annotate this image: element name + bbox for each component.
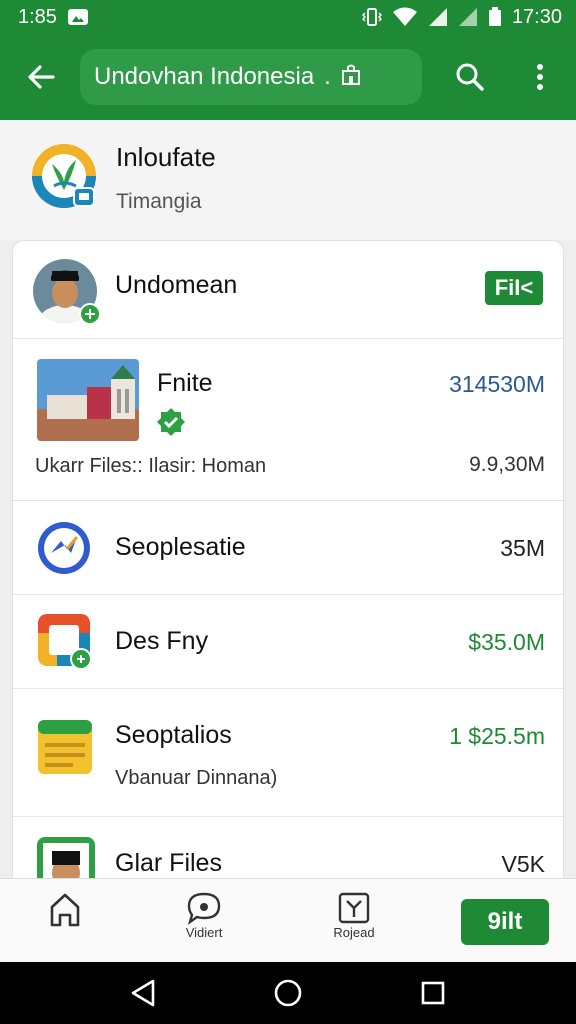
bottom-navigation: Vidiert Rojead 9ilt (0, 878, 576, 962)
row-value: 35M (500, 535, 545, 561)
store-icon (341, 63, 361, 92)
app-logo (30, 142, 98, 210)
vibrate-icon (361, 6, 382, 28)
search-field[interactable]: Undovhan Indonesia . (80, 49, 422, 105)
more-vert-icon (537, 64, 543, 90)
list-item[interactable]: Des Fny $35.0M (13, 595, 563, 689)
chat-bubble-icon (187, 892, 221, 925)
nav-vidiert-label: Vidiert (185, 925, 223, 940)
signal-icon (428, 7, 448, 27)
row-title: Seoplesatie (115, 533, 246, 561)
square-recents-icon (422, 981, 445, 1005)
wifi-icon (392, 7, 418, 27)
back-arrow-icon (28, 65, 55, 89)
messenger-icon (37, 521, 91, 580)
home-icon (50, 893, 80, 927)
status-bar-left: 1:85 (18, 6, 89, 29)
nav-home[interactable] (25, 891, 105, 953)
row-value: $35.0M (468, 629, 545, 655)
more-options-button[interactable] (510, 47, 570, 107)
triangle-back-icon (131, 979, 154, 1007)
system-back-button[interactable] (118, 968, 168, 1018)
list-item[interactable]: Fnite 314530M Ukarr Files:: Ilasir: Homa… (13, 339, 563, 501)
signal-icon (458, 7, 478, 27)
nav-rojead-label: Rojead (333, 925, 375, 940)
row-value: 314530M (449, 371, 545, 397)
row-title: Des Fny (115, 627, 209, 655)
row-title: Fnite (157, 369, 213, 397)
avatar-badge-icon (79, 303, 101, 330)
verified-icon (156, 407, 186, 442)
battery-icon (488, 7, 502, 27)
row-subtitle: Ukarr Files:: Ilasir: Homan (35, 455, 267, 477)
list-item[interactable]: Seoplesatie 35M (13, 501, 563, 595)
circle-home-icon (274, 979, 302, 1007)
back-button[interactable] (8, 44, 74, 110)
row-subtitle: Vbanuar Dinnana) (115, 767, 278, 789)
file-list-card: Undomean FiI< Fnite 314530M Ukarr Files:… (12, 240, 564, 890)
search-icon (456, 63, 484, 91)
row-sub-value: 9.9,30M (469, 453, 545, 476)
system-recents-button[interactable] (408, 968, 458, 1018)
row-title: Seoptalios (115, 721, 232, 749)
building-thumbnail (37, 359, 139, 441)
status-bar-right: 17:30 (361, 5, 562, 29)
image-icon (338, 892, 370, 924)
app-bar: Undovhan Indonesia . (0, 34, 576, 120)
photos-app-icon (37, 613, 93, 676)
row-value: 1 $25.5m (449, 723, 545, 749)
app-header: Inloufate Timangia (0, 120, 576, 240)
system-home-button[interactable] (263, 968, 313, 1018)
row-value: V5K (501, 851, 545, 877)
nav-vidiert[interactable]: Vidiert (164, 891, 244, 953)
primary-action-button[interactable]: 9ilt (461, 899, 549, 945)
page-subtitle: Timangia (116, 190, 202, 213)
list-item[interactable]: Seoptalios 1 $25.5m Vbanuar Dinnana) (13, 689, 563, 817)
photo-icon (67, 7, 89, 27)
notes-icon (37, 719, 93, 780)
status-time-left: 1:85 (18, 5, 57, 28)
row-title: Glar Files (115, 849, 222, 877)
status-bar: 1:85 17:30 (0, 0, 576, 34)
search-field-suffix: . (324, 63, 331, 90)
search-button[interactable] (440, 47, 500, 107)
user-name: Undomean (115, 271, 238, 299)
user-row[interactable]: Undomean FiI< (13, 241, 563, 339)
file-badge[interactable]: FiI< (485, 271, 543, 305)
search-field-text: Undovhan Indonesia (94, 63, 315, 90)
nav-rojead[interactable]: Rojead (314, 891, 394, 953)
page-title: Inloufate (116, 142, 216, 172)
status-time-right: 17:30 (511, 5, 562, 28)
system-navigation-bar (0, 962, 576, 1024)
